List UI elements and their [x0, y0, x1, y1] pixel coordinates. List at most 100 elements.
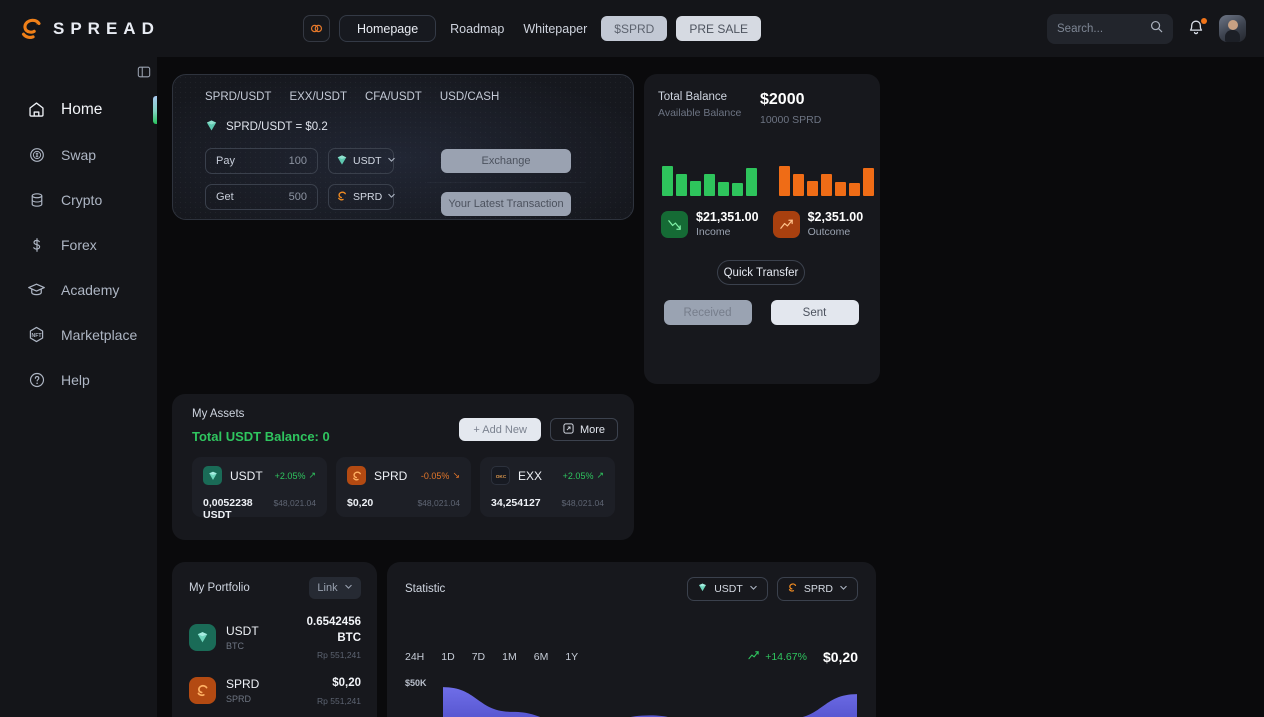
balance-labels: Total Balance Available Balance [658, 91, 741, 126]
portfolio-sub: BTC [226, 641, 244, 652]
sidebar-item-help[interactable]: Help [0, 357, 157, 402]
timeframe-24h[interactable]: 24H [405, 651, 424, 663]
graduation-cap-icon [26, 280, 47, 299]
asset-card-bottom: 0,0052238 USDT $48,021.04 [203, 497, 316, 521]
balance-card: Total Balance Available Balance $2000 10… [644, 74, 880, 384]
nft-hexagon-icon: NFT [26, 325, 47, 344]
svg-text:NFT: NFT [32, 333, 43, 339]
asset-card[interactable]: SPRD -0.05% ↘ $0,20 $48,021.04 [336, 457, 471, 517]
asset-value: $0,20 [347, 497, 373, 509]
statistic-select-sprd[interactable]: SPRD [776, 577, 858, 601]
asset-value: 0,0052238 USDT [203, 497, 273, 521]
sidebar-item-crypto[interactable]: Crypto [0, 177, 157, 222]
quick-transfer-button[interactable]: Quick Transfer [717, 260, 805, 285]
usdt-token-icon [336, 154, 348, 169]
notification-bell-icon[interactable] [1187, 17, 1207, 39]
bar [835, 182, 846, 196]
brand-name: SPREAD [53, 18, 160, 38]
sent-button[interactable]: Sent [770, 300, 859, 325]
pair-tab-sprd-usdt[interactable]: SPRD/USDT [205, 91, 271, 103]
sidebar-item-swap[interactable]: Swap [0, 132, 157, 177]
pay-currency-select[interactable]: USDT [328, 148, 395, 174]
portfolio-header: My Portfolio Link [189, 577, 361, 599]
link-chain-icon[interactable] [303, 15, 330, 42]
pair-tabs: SPRD/USDT EXX/USDT CFA/USDT USD/CASH [205, 91, 613, 103]
sidebar-item-label: Academy [61, 281, 120, 298]
sidebar-item-marketplace[interactable]: NFT Marketplace [0, 312, 157, 357]
portfolio-symbol: USDT [226, 624, 259, 639]
portfolio-card: My Portfolio Link USDT BTC 0.6542456 BTC… [172, 562, 377, 717]
outcome-label: Outcome [807, 226, 851, 238]
bottom-row: My Portfolio Link USDT BTC 0.6542456 BTC… [172, 562, 1242, 717]
avatar[interactable] [1219, 15, 1246, 42]
brand-logo[interactable]: SPREAD [18, 16, 158, 42]
chevron-down-icon [839, 583, 848, 595]
asset-value-number: 34,254127 [491, 497, 541, 509]
received-button[interactable]: Received [663, 300, 752, 325]
swap-coin-icon [26, 146, 47, 164]
income-label: Income [696, 226, 731, 238]
arrow-up-icon: ↗ [596, 470, 604, 480]
portfolio-rp: Rp 551,241 [317, 695, 361, 706]
asset-usd: $48,021.04 [561, 498, 604, 508]
asset-change: +2.05% ↗ [275, 470, 316, 481]
timeframe-1d[interactable]: 1D [441, 651, 454, 663]
asset-card[interactable]: USDT +2.05% ↗ 0,0052238 USDT $48,021.04 [192, 457, 327, 521]
statistic-select-usdt[interactable]: USDT [687, 577, 768, 601]
timeframe-7d[interactable]: 7D [472, 651, 485, 663]
asset-change-value: -0.05% [420, 470, 450, 481]
pay-label: Pay [216, 155, 235, 167]
pair-tab-cfa-usdt[interactable]: CFA/USDT [365, 91, 422, 103]
my-assets-card: My Assets Total USDT Balance: 0 + Add Ne… [172, 394, 634, 540]
timeframe-6m[interactable]: 6M [534, 651, 549, 663]
rate-text: SPRD/USDT = $0.2 [226, 121, 328, 133]
svg-text:OKC: OKC [495, 473, 506, 479]
bar [793, 174, 804, 196]
exchange-button[interactable]: Exchange [441, 149, 571, 173]
get-currency-label: SPRD [353, 191, 383, 203]
more-button[interactable]: More [549, 418, 618, 441]
latest-transaction-button[interactable]: Your Latest Transaction [441, 192, 571, 216]
exchange-form: Pay 100 USDT Get 500 SPRD Exchange Your … [205, 148, 613, 216]
portfolio-row[interactable]: SPRD SPRD $0,20 Rp 551,241 [189, 676, 361, 706]
total-balance-amount: $2000 [760, 91, 805, 108]
top-header: SPREAD Homepage Roadmap Whitepaper $SPRD… [0, 0, 1264, 57]
sidebar-item-label: Marketplace [61, 326, 138, 343]
nav-item-homepage[interactable]: Homepage [339, 15, 437, 42]
pay-input[interactable]: Pay 100 [205, 148, 318, 174]
sidebar-item-home[interactable]: Home [0, 87, 157, 132]
portfolio-link-select[interactable]: Link [309, 577, 361, 599]
nav-button-pre-sale[interactable]: PRE SALE [676, 16, 762, 41]
search-input[interactable] [1057, 22, 1144, 35]
portfolio-row[interactable]: USDT BTC 0.6542456 BTC Rp 551,241 [189, 615, 361, 660]
search-icon [1150, 20, 1163, 38]
timeframe-1y[interactable]: 1Y [565, 651, 578, 663]
asset-card[interactable]: OKC EXX +2.05% ↗ 34,254127 $48,021.04 [480, 457, 615, 517]
get-currency-select[interactable]: SPRD [328, 184, 395, 210]
portfolio-names: USDT BTC [226, 624, 259, 651]
pair-tab-usd-cash[interactable]: USD/CASH [440, 91, 499, 103]
timeframe-1m[interactable]: 1M [502, 651, 517, 663]
main-content: SPRD/USDT EXX/USDT CFA/USDT USD/CASH SPR… [157, 57, 1264, 717]
statistic-change-pct: +14.67% [748, 650, 807, 664]
top-row: SPRD/USDT EXX/USDT CFA/USDT USD/CASH SPR… [172, 74, 1242, 384]
nav-item-whitepaper[interactable]: Whitepaper [518, 22, 592, 36]
collapse-panel-icon[interactable] [131, 65, 157, 79]
pay-currency-label: USDT [353, 155, 382, 167]
assets-actions: + Add New More [459, 408, 618, 441]
nav-button-sprd[interactable]: $SPRD [601, 16, 668, 41]
sidebar-item-forex[interactable]: Forex [0, 222, 157, 267]
get-input[interactable]: Get 500 [205, 184, 318, 210]
nav-item-roadmap[interactable]: Roadmap [445, 22, 509, 36]
search-box[interactable] [1047, 13, 1173, 44]
add-new-button[interactable]: + Add New [459, 418, 541, 441]
sidebar-item-academy[interactable]: Academy [0, 267, 157, 312]
pair-tab-exx-usdt[interactable]: EXX/USDT [289, 91, 347, 103]
assets-title: My Assets [192, 408, 245, 420]
statistic-select-usdt-label: USDT [714, 583, 743, 595]
chevron-down-icon [344, 582, 353, 594]
database-stack-icon [26, 191, 47, 209]
portfolio-rp: Rp 551,241 [317, 650, 361, 661]
sidebar-item-label: Crypto [61, 191, 103, 208]
statistic-card: Statistic USDT SPRD 24H 1D 7D 1M 6M 1Y +… [387, 562, 876, 717]
